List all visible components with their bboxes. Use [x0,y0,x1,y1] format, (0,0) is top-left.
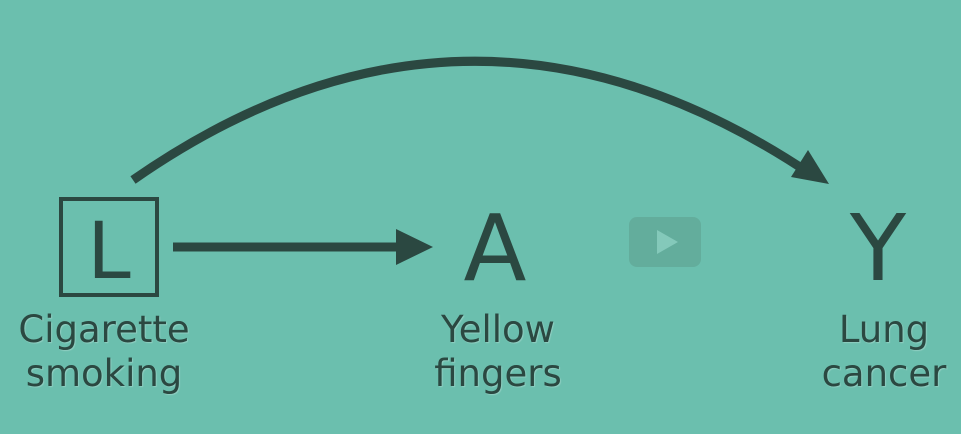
node-y-caption-line2: cancer [821,352,947,395]
node-a-caption: Yellow fingers [398,308,598,396]
edge-l-to-y-curved-arrow [130,56,815,184]
node-y-caption-line1: Lung [838,308,930,351]
node-a-caption-line1: Yellow [441,308,555,351]
node-y-caption: Lung cancer [786,308,961,396]
node-y-letter: Y [849,195,907,302]
dag-diagram: L A Y Cigarette smoking Yellow fingers L… [0,0,961,434]
video-play-button[interactable] [629,217,701,267]
node-l-caption: Cigarette smoking [4,308,204,396]
edge-l-to-a-arrowhead [396,229,433,265]
node-a-letter: A [463,195,527,302]
node-l-caption-line2: smoking [25,352,183,395]
node-l-letter: L [87,207,131,297]
play-icon [657,230,678,254]
node-l-caption-line1: Cigarette [18,308,190,351]
node-l-box: L [59,197,159,297]
node-a-caption-line2: fingers [434,352,562,395]
